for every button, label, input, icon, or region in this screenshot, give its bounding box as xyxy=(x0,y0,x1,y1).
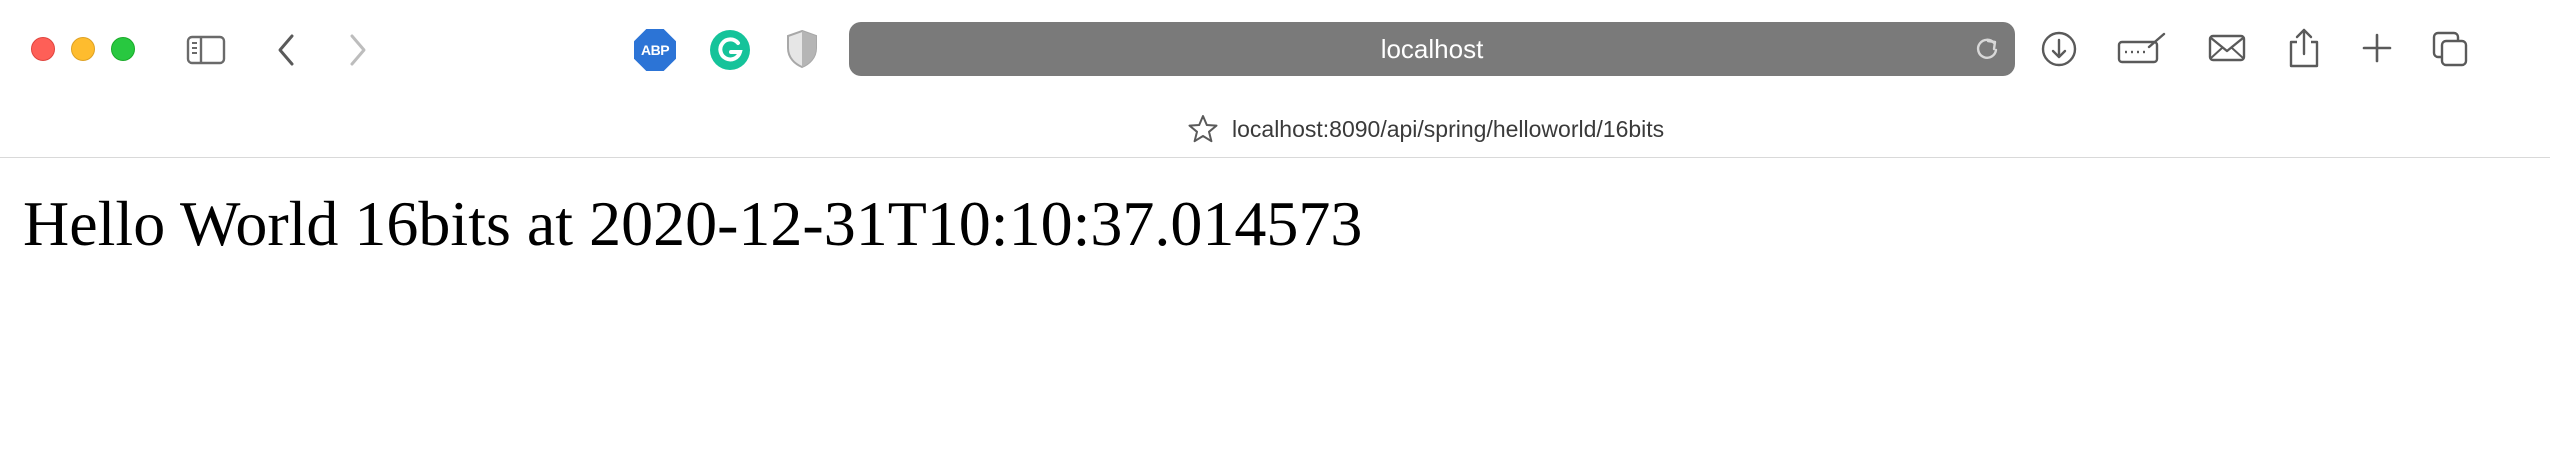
reload-icon[interactable] xyxy=(1973,35,2001,63)
adblock-plus-extension-icon[interactable]: ABP xyxy=(634,29,676,71)
tab-url-label: localhost:8090/api/spring/helloworld/16b… xyxy=(1232,115,1665,142)
markup-icon[interactable] xyxy=(2116,30,2168,68)
close-window-button[interactable] xyxy=(31,37,55,61)
privacy-shield-icon[interactable] xyxy=(785,28,819,70)
new-tab-icon[interactable] xyxy=(2359,30,2395,66)
address-text: localhost xyxy=(1380,33,1484,64)
active-tab[interactable]: localhost:8090/api/spring/helloworld/16b… xyxy=(1188,100,1664,158)
browser-toolbar: ABP localhost xyxy=(0,0,2550,100)
tab-overview-icon[interactable] xyxy=(2430,29,2470,69)
bookmark-star-icon[interactable] xyxy=(1188,114,1218,144)
downloads-icon[interactable] xyxy=(2040,30,2078,68)
maximize-window-button[interactable] xyxy=(111,37,135,61)
forward-icon[interactable] xyxy=(342,30,372,70)
tab-bar: localhost:8090/api/spring/helloworld/16b… xyxy=(0,100,2550,158)
page-content: Hello World 16bits at 2020-12-31T10:10:3… xyxy=(0,159,2550,472)
browser-window: ABP localhost localhost:8090/api/spring/… xyxy=(0,0,2550,472)
share-icon[interactable] xyxy=(2287,26,2321,70)
abp-label: ABP xyxy=(640,42,670,58)
page-body-text: Hello World 16bits at 2020-12-31T10:10:3… xyxy=(23,188,1363,259)
address-bar[interactable]: localhost xyxy=(849,22,2015,76)
mail-icon[interactable] xyxy=(2207,31,2247,65)
minimize-window-button[interactable] xyxy=(71,37,95,61)
sidebar-icon[interactable] xyxy=(186,30,226,70)
grammarly-extension-icon[interactable] xyxy=(709,29,751,71)
back-icon[interactable] xyxy=(272,30,302,70)
